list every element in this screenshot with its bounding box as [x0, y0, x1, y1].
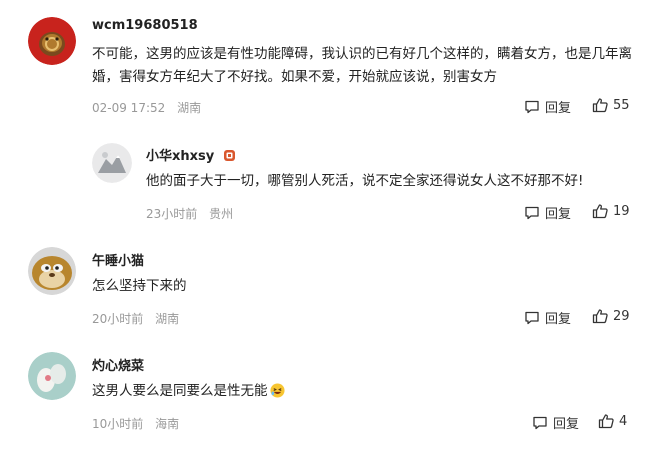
username[interactable]: 小华xhxsy	[146, 145, 236, 164]
comment-location: 湖南	[177, 101, 202, 115]
comment-bubble-icon	[525, 100, 539, 113]
reply-button[interactable]: 回复	[532, 413, 579, 432]
like-button[interactable]: 19	[592, 203, 630, 219]
comment-time: 20小时前	[92, 312, 144, 326]
reply-label: 回复	[545, 312, 572, 327]
avatar-image	[92, 143, 132, 183]
comment-item: 午睡小猫 怎么坚持下来的 20小时前 湖南 回复 29	[0, 240, 666, 338]
user-badge-icon	[223, 150, 235, 161]
like-count: 29	[613, 308, 630, 324]
username-text: 小华xhxsy	[146, 149, 215, 164]
thumbs-up-icon	[598, 414, 614, 429]
avatar-image	[28, 247, 76, 295]
comment-meta: 20小时前 湖南	[92, 310, 179, 327]
comment-time: 23小时前	[146, 207, 198, 221]
reply-label: 回复	[545, 207, 572, 222]
username[interactable]: wcm19680518	[92, 18, 198, 33]
comment-time: 10小时前	[92, 417, 144, 431]
comment-location: 海南	[155, 417, 180, 431]
comment-location: 贵州	[209, 207, 234, 221]
comment-bubble-icon	[525, 206, 539, 219]
avatar[interactable]	[28, 17, 76, 65]
comment-text: 怎么坚持下来的	[92, 278, 187, 294]
thumbs-up-icon	[592, 204, 608, 219]
like-count: 55	[613, 97, 630, 113]
like-button[interactable]: 4	[598, 413, 627, 429]
comment-bubble-icon	[533, 416, 547, 429]
reply-button[interactable]: 回复	[524, 308, 571, 327]
comment-text: 不可能，这男的应该是有性功能障碍，我认识的已有好几个这样的，瞒着女方，也是几年离…	[92, 46, 632, 85]
comment-meta: 23小时前 贵州	[146, 205, 233, 222]
comment-text: 这男人要么是同要么是性无能	[92, 380, 632, 403]
like-count: 4	[619, 413, 628, 429]
like-count: 19	[613, 203, 630, 219]
reply-button[interactable]: 回复	[524, 97, 571, 116]
reply-label: 回复	[545, 101, 572, 116]
comment-item: 灼心烧菜 这男人要么是同要么是性无能 10小时前 海南 回复 4	[0, 342, 666, 450]
avatar[interactable]	[92, 143, 132, 183]
like-button[interactable]: 29	[592, 308, 630, 324]
comment-bubble-icon	[525, 311, 539, 324]
comment-meta: 10小时前 海南	[92, 415, 179, 432]
comment-text-body: 这男人要么是同要么是性无能	[92, 383, 268, 399]
comment-text: 他的面子大于一切，哪管别人死活，说不定全家还得说女人这不好那不好!	[146, 173, 584, 189]
avatar[interactable]	[28, 352, 76, 400]
reply-button[interactable]: 回复	[524, 203, 571, 222]
comment-item: wcm19680518 不可能，这男的应该是有性功能障碍，我认识的已有好几个这样…	[0, 0, 666, 125]
username[interactable]: 午睡小猫	[92, 250, 144, 269]
reply-label: 回复	[553, 417, 580, 432]
avatar[interactable]	[28, 247, 76, 295]
avatar-image	[28, 17, 76, 65]
username[interactable]: 灼心烧菜	[92, 355, 144, 374]
comment-time: 02-09 17:52	[92, 101, 166, 115]
thumbs-up-icon	[592, 98, 608, 113]
reply-item: 小华xhxsy 他的面子大于一切，哪管别人死活，说不定全家还得说女人这不好那不好…	[0, 130, 666, 235]
thumbs-up-icon	[592, 309, 608, 324]
laughing-emoji-icon	[269, 383, 285, 398]
avatar-image	[28, 352, 76, 400]
like-button[interactable]: 55	[592, 97, 630, 113]
comment-meta: 02-09 17:52 湖南	[92, 99, 201, 116]
comment-location: 湖南	[155, 312, 180, 326]
